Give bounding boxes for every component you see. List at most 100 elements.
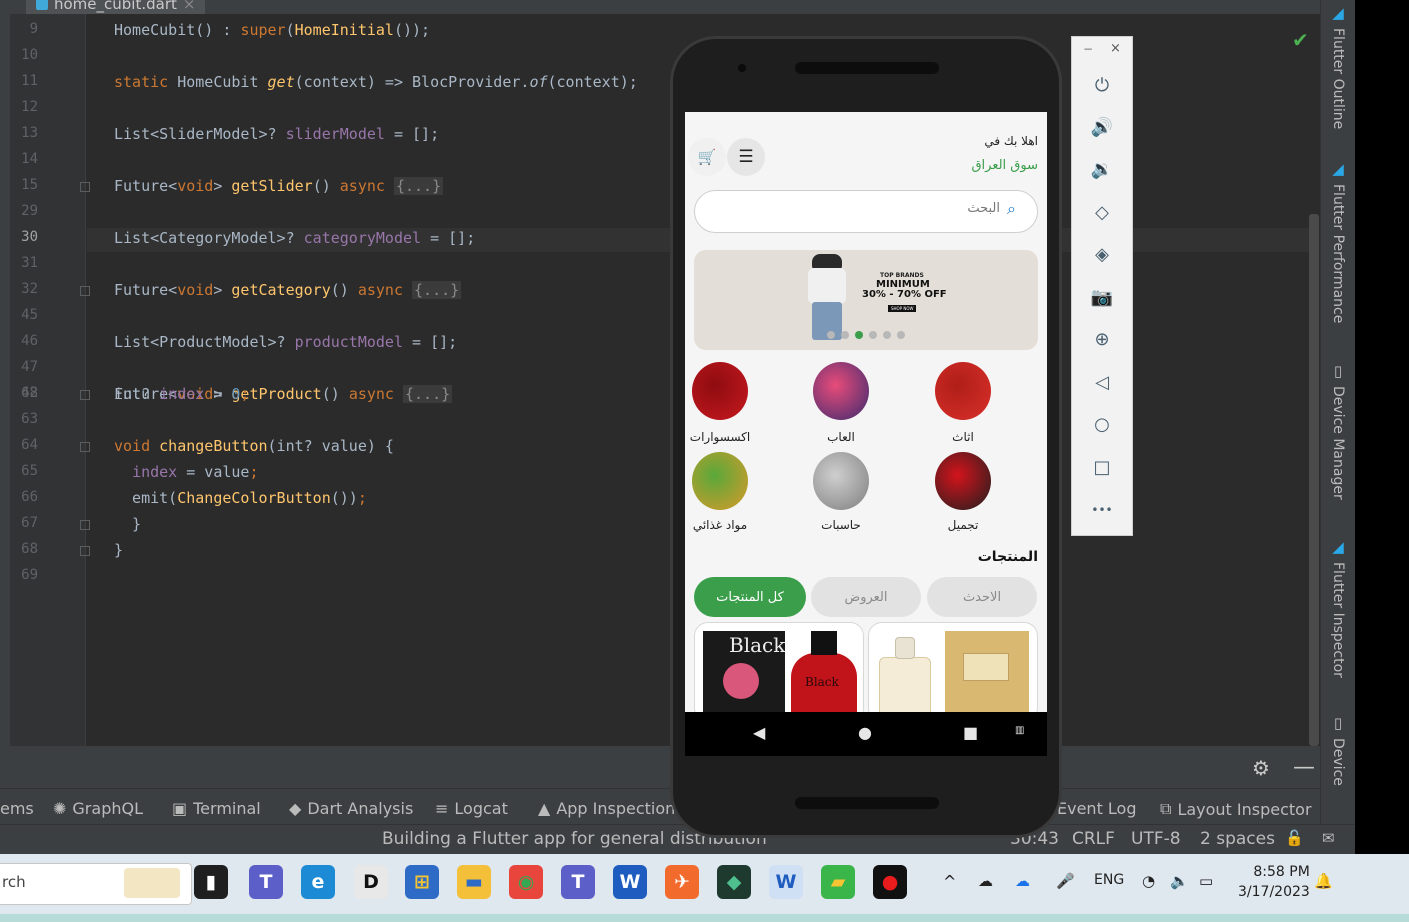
overview-icon[interactable]: □ bbox=[1089, 454, 1115, 480]
tab-flutter-performance[interactable]: ◢ Flutter Performance bbox=[1329, 160, 1347, 323]
microphone-icon[interactable]: 🎤 bbox=[1056, 872, 1075, 890]
tab-flutter-inspector[interactable]: ◢ Flutter Inspector bbox=[1329, 538, 1347, 678]
fold-marker-icon[interactable] bbox=[80, 442, 90, 452]
hide-panel-icon[interactable]: — bbox=[1293, 755, 1315, 780]
volume-up-icon[interactable]: 🔊 bbox=[1089, 114, 1115, 140]
tab-home-cubit[interactable]: home_cubit.dart × bbox=[26, 0, 206, 14]
tab-label: Flutter Performance bbox=[1330, 184, 1346, 324]
more-icon[interactable]: ••• bbox=[1089, 497, 1115, 523]
record-icon[interactable]: ● bbox=[873, 865, 907, 899]
tool-graphql[interactable]: ✺ GraphQL bbox=[53, 799, 143, 818]
status-encoding[interactable]: UTF-8 bbox=[1131, 829, 1181, 849]
editor-scrollbar[interactable] bbox=[1309, 214, 1319, 746]
volume-down-icon[interactable]: 🔉 bbox=[1089, 156, 1115, 182]
rotate-right-icon[interactable]: ◈ bbox=[1089, 241, 1115, 267]
tool-problems[interactable]: ems bbox=[0, 799, 34, 818]
fold-marker-icon[interactable] bbox=[80, 182, 90, 192]
left-tool-strip bbox=[0, 14, 10, 746]
tab-flutter-outline[interactable]: ◢ Flutter Outline bbox=[1329, 4, 1347, 129]
store-icon[interactable]: ⊞ bbox=[405, 865, 439, 899]
settings-gear-icon[interactable]: ⚙ bbox=[1252, 756, 1270, 780]
line-number: 32 bbox=[21, 281, 38, 297]
teams2-icon[interactable]: T bbox=[561, 865, 595, 899]
lock-icon[interactable]: 🔓 bbox=[1285, 829, 1304, 847]
back-icon[interactable]: ◁ bbox=[1089, 369, 1115, 395]
zoom-icon[interactable]: ⊕ bbox=[1089, 326, 1115, 352]
emulator-close-button[interactable]: × bbox=[1110, 41, 1121, 56]
camera-icon[interactable]: 📷 bbox=[1089, 284, 1115, 310]
category-label: حاسبات bbox=[821, 518, 861, 532]
filter-pill[interactable]: كل المنتجات bbox=[694, 577, 806, 617]
nav-back-icon[interactable]: ◀ bbox=[753, 723, 765, 742]
product-card[interactable]: Black Black bbox=[694, 622, 864, 722]
word2-icon[interactable]: W bbox=[769, 865, 803, 899]
cart-icon: 🛒 bbox=[697, 148, 717, 166]
language-indicator[interactable]: ENG bbox=[1094, 872, 1124, 888]
volume-icon[interactable]: 🔈 bbox=[1170, 872, 1189, 890]
tool-dart-analysis[interactable]: ◆ Dart Analysis bbox=[289, 799, 413, 818]
banner-cta[interactable]: SHOP NOW bbox=[888, 305, 917, 312]
bluestacks-icon[interactable]: ▰ bbox=[821, 865, 855, 899]
notifications-icon[interactable]: ✉ bbox=[1322, 829, 1335, 847]
onedrive-icon[interactable]: ☁ bbox=[1015, 872, 1030, 890]
tab-label: Device bbox=[1330, 738, 1346, 786]
no-problems-check-icon[interactable]: ✔ bbox=[1292, 28, 1309, 52]
notification-bell-icon[interactable]: 🔔 bbox=[1314, 872, 1333, 890]
nav-home-icon[interactable]: ● bbox=[858, 723, 872, 742]
fold-marker-icon[interactable] bbox=[80, 546, 90, 556]
tool-app-inspection[interactable]: ▲ App Inspection bbox=[538, 799, 675, 818]
postman-icon[interactable]: ✈ bbox=[665, 865, 699, 899]
explorer-icon[interactable]: ▬ bbox=[457, 865, 491, 899]
rotate-left-icon[interactable]: ◇ bbox=[1089, 199, 1115, 225]
code-line: List<SliderModel>? sliderModel = []; bbox=[114, 125, 440, 143]
tray-chevron-icon[interactable]: ^ bbox=[943, 872, 956, 891]
filter-pill[interactable]: الاحدث bbox=[927, 577, 1037, 617]
status-line-ending[interactable]: CRLF bbox=[1072, 829, 1115, 849]
android-studio-icon[interactable]: ◆ bbox=[717, 865, 751, 899]
emulator-minimize-button[interactable]: − bbox=[1083, 42, 1093, 56]
tab-device[interactable]: ▯ Device bbox=[1329, 714, 1347, 786]
carousel-dot[interactable] bbox=[841, 331, 849, 339]
carousel-dot[interactable] bbox=[855, 331, 863, 339]
filter-pill[interactable]: العروض bbox=[811, 577, 921, 617]
dell-icon[interactable]: D bbox=[354, 865, 388, 899]
keyboard-icon[interactable]: ▥ bbox=[1015, 725, 1024, 736]
line-number: 15 bbox=[21, 177, 38, 193]
chrome-icon[interactable]: ◉ bbox=[509, 865, 543, 899]
promo-banner[interactable]: TOP BRANDS MINIMUM 30% - 70% OFF SHOP NO… bbox=[694, 250, 1038, 350]
cart-button[interactable]: 🛒 bbox=[688, 138, 726, 176]
battery-icon[interactable]: ▭ bbox=[1199, 872, 1213, 890]
fold-marker-icon[interactable] bbox=[80, 520, 90, 530]
tab-device-manager[interactable]: ▯ Device Manager bbox=[1329, 362, 1347, 500]
wifi-icon[interactable]: ◔ bbox=[1142, 872, 1155, 890]
search-icon[interactable]: ⌕ bbox=[1007, 199, 1016, 219]
menu-button[interactable]: ☰ bbox=[727, 138, 765, 176]
line-number: 65 bbox=[21, 463, 38, 479]
word-icon[interactable]: W bbox=[613, 865, 647, 899]
tool-logcat[interactable]: ≡ Logcat bbox=[435, 799, 508, 818]
tool-layout-inspector[interactable]: ⧉ Layout Inspector bbox=[1160, 799, 1312, 819]
task-view-icon[interactable]: ▮ bbox=[194, 865, 228, 899]
power-icon[interactable]: ⏻ bbox=[1089, 72, 1115, 98]
tool-event-log[interactable]: Event Log bbox=[1057, 799, 1137, 818]
perfume-box-label bbox=[963, 653, 1009, 681]
carousel-dot[interactable] bbox=[897, 331, 905, 339]
teams-icon[interactable]: T bbox=[249, 865, 283, 899]
carousel-dot[interactable] bbox=[869, 331, 877, 339]
tool-terminal[interactable]: ▣ Terminal bbox=[172, 799, 261, 818]
edge-icon[interactable]: e bbox=[301, 865, 335, 899]
product-card[interactable] bbox=[868, 622, 1038, 722]
fold-marker-icon[interactable] bbox=[80, 286, 90, 296]
carousel-dot[interactable] bbox=[827, 331, 835, 339]
clock-date: 3/17/2023 bbox=[1238, 884, 1310, 900]
nav-recents-icon[interactable]: ■ bbox=[963, 723, 978, 742]
weather-icon[interactable]: ☁ bbox=[978, 872, 993, 890]
taskbar-clock[interactable]: 8:58 PM 3/17/2023 bbox=[1238, 862, 1310, 902]
home-icon[interactable]: ○ bbox=[1089, 411, 1115, 437]
fold-marker-icon[interactable] bbox=[80, 390, 90, 400]
line-number: 46 bbox=[21, 333, 38, 349]
status-indent[interactable]: 2 spaces bbox=[1200, 829, 1275, 849]
tab-close-icon[interactable]: × bbox=[183, 0, 196, 13]
carousel-dot[interactable] bbox=[883, 331, 891, 339]
terminal-icon: ▣ bbox=[172, 799, 188, 818]
